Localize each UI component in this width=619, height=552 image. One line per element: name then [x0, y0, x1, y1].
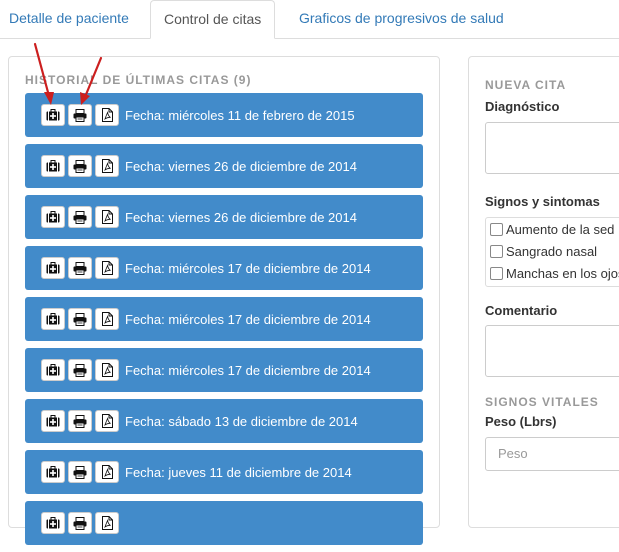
pdf-icon [101, 414, 113, 428]
medkit-icon [46, 211, 60, 223]
pdf-button[interactable] [95, 512, 119, 534]
medkit-icon [46, 415, 60, 427]
print-button[interactable] [68, 461, 92, 483]
pdf-icon [101, 159, 113, 173]
tab-bar: Detalle de paciente Control de citas Gra… [0, 0, 619, 39]
print-icon [73, 363, 87, 377]
signos-vitales-title: SIGNOS VITALES [485, 395, 599, 409]
sintoma-item[interactable]: Manchas en los ojos [486, 262, 619, 284]
pdf-button[interactable] [95, 359, 119, 381]
sintoma-label: Aumento de la sed [506, 221, 615, 237]
pdf-icon [101, 516, 113, 530]
medkit-icon [46, 517, 60, 529]
print-button[interactable] [68, 308, 92, 330]
medkit-button[interactable] [41, 410, 65, 432]
comentario-textarea[interactable] [485, 325, 619, 377]
print-icon [73, 210, 87, 224]
pdf-button[interactable] [95, 461, 119, 483]
print-button[interactable] [68, 104, 92, 126]
medkit-button[interactable] [41, 308, 65, 330]
tab-control-citas[interactable]: Control de citas [150, 0, 276, 39]
cita-date: Fecha: viernes 26 de diciembre de 2014 [125, 158, 357, 174]
pdf-icon [101, 108, 113, 122]
medkit-icon [46, 466, 60, 478]
cita-date: Fecha: miércoles 17 de diciembre de 2014 [125, 362, 371, 378]
sintoma-item[interactable]: Sangrado nasal [486, 240, 619, 262]
cita-date: Fecha: miércoles 17 de diciembre de 2014 [125, 260, 371, 276]
tab-graficos-salud[interactable]: Graficos de progresivos de salud [286, 0, 517, 38]
checkbox[interactable] [490, 266, 503, 280]
pdf-button[interactable] [95, 410, 119, 432]
cita-row[interactable]: Fecha: miércoles 17 de diciembre de 2014 [25, 297, 423, 341]
print-button[interactable] [68, 155, 92, 177]
print-button[interactable] [68, 359, 92, 381]
pdf-icon [101, 363, 113, 377]
cita-row[interactable]: Fecha: miércoles 17 de diciembre de 2014 [25, 246, 423, 290]
tab-detalle-paciente[interactable]: Detalle de paciente [0, 0, 142, 38]
medkit-button[interactable] [41, 512, 65, 534]
cita-date: Fecha: sábado 13 de diciembre de 2014 [125, 413, 358, 429]
print-icon [73, 261, 87, 275]
diagnostico-label: Diagnóstico [485, 99, 560, 114]
cita-row[interactable]: Fecha: sábado 13 de diciembre de 2014 [25, 399, 423, 443]
medkit-button[interactable] [41, 206, 65, 228]
pdf-icon [101, 210, 113, 224]
diagnostico-textarea[interactable] [485, 122, 619, 174]
cita-row[interactable]: Fecha: viernes 26 de diciembre de 2014 [25, 195, 423, 239]
print-icon [73, 108, 87, 122]
cita-date: Fecha: viernes 26 de diciembre de 2014 [125, 209, 357, 225]
sintoma-label: Sangrado nasal [506, 243, 598, 259]
medkit-icon [46, 364, 60, 376]
pdf-button[interactable] [95, 308, 119, 330]
cita-date: Fecha: miércoles 11 de febrero de 2015 [125, 107, 355, 123]
historial-title: HISTORIAL DE ÚLTIMAS CITAS (9) [25, 73, 252, 87]
cita-date: Fecha: miércoles 17 de diciembre de 2014 [125, 311, 371, 327]
print-icon [73, 414, 87, 428]
medkit-button[interactable] [41, 461, 65, 483]
comentario-label: Comentario [485, 303, 558, 318]
pdf-icon [101, 261, 113, 275]
pdf-button[interactable] [95, 155, 119, 177]
print-button[interactable] [68, 206, 92, 228]
historial-panel: HISTORIAL DE ÚLTIMAS CITAS (9) Fecha: mi… [8, 56, 440, 545]
checkbox[interactable] [490, 244, 503, 258]
medkit-button[interactable] [41, 359, 65, 381]
pdf-button[interactable] [95, 257, 119, 279]
cita-date: Fecha: jueves 11 de diciembre de 2014 [125, 464, 352, 480]
nueva-cita-title: NUEVA CITA [485, 78, 567, 92]
checkbox[interactable] [490, 222, 503, 236]
print-icon [73, 465, 87, 479]
nueva-cita-panel: NUEVA CITA Diagnóstico Signos y sintomas… [468, 56, 619, 528]
medkit-button[interactable] [41, 104, 65, 126]
peso-label: Peso (Lbrs) [485, 414, 557, 429]
cita-row[interactable]: Fecha: jueves 11 de diciembre de 2014 [25, 450, 423, 494]
print-icon [73, 516, 87, 530]
pdf-button[interactable] [95, 104, 119, 126]
sintoma-label: Manchas en los ojos [506, 265, 619, 281]
sintomas-checklist[interactable]: Aumento de la sed Sangrado nasal Manchas… [485, 217, 619, 287]
print-icon [73, 312, 87, 326]
cita-row[interactable]: Fecha: miércoles 11 de febrero de 2015 [25, 93, 423, 137]
medkit-button[interactable] [41, 155, 65, 177]
print-button[interactable] [68, 410, 92, 432]
cita-row[interactable]: Fecha: miércoles 17 de diciembre de 2014 [25, 348, 423, 392]
signos-sintomas-label: Signos y sintomas [485, 194, 600, 209]
pdf-icon [101, 465, 113, 479]
peso-input[interactable]: Peso [485, 437, 619, 471]
print-button[interactable] [68, 512, 92, 534]
medkit-icon [46, 109, 60, 121]
cita-row[interactable] [25, 501, 423, 545]
medkit-icon [46, 313, 60, 325]
medkit-button[interactable] [41, 257, 65, 279]
cita-row[interactable]: Fecha: viernes 26 de diciembre de 2014 [25, 144, 423, 188]
cita-list: Fecha: miércoles 11 de febrero de 2015 Fe… [25, 93, 423, 552]
print-icon [73, 159, 87, 173]
print-button[interactable] [68, 257, 92, 279]
sintoma-item[interactable]: Aumento de la sed [486, 218, 619, 240]
medkit-icon [46, 160, 60, 172]
pdf-button[interactable] [95, 206, 119, 228]
medkit-icon [46, 262, 60, 274]
pdf-icon [101, 312, 113, 326]
